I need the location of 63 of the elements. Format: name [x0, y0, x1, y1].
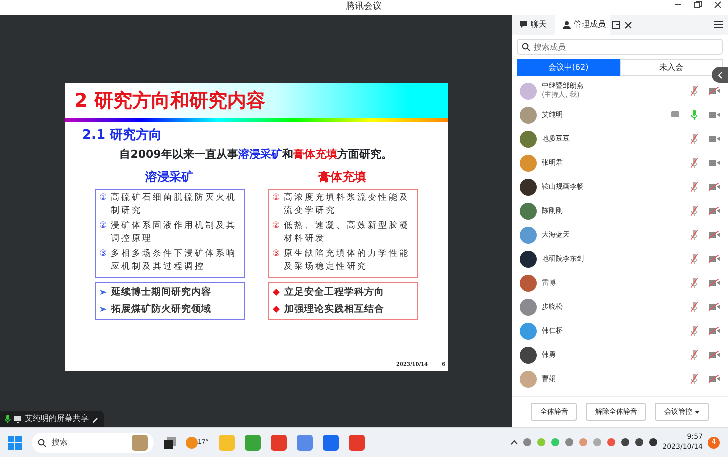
item-text: 高浓度充填料浆流变性能及流变学研究 — [284, 192, 412, 218]
avatar — [520, 130, 537, 148]
screen-icon — [14, 416, 22, 422]
arrow-bullet-icon — [100, 306, 106, 313]
item-text: 多相多场条件下浸矿体系响应机制及其过程调控 — [111, 248, 238, 274]
menu-icon[interactable] — [714, 21, 723, 29]
avatar — [520, 202, 537, 220]
avatar — [520, 226, 537, 244]
close-icon[interactable] — [714, 1, 722, 9]
pencil-icon[interactable] — [92, 416, 99, 422]
segment-tab[interactable]: 未入会 — [620, 59, 723, 76]
avatar — [520, 298, 537, 316]
item-text: 低热、速凝、高效新型胶凝材料研发 — [284, 220, 412, 246]
windows-start-icon[interactable] — [8, 436, 22, 450]
search-field[interactable]: 搜索成员 — [517, 39, 723, 55]
item-text: 浸矿体系固液作用机制及其调控原理 — [111, 220, 238, 246]
avatar — [520, 322, 537, 340]
popout-icon[interactable] — [612, 21, 620, 29]
avatar — [520, 154, 537, 172]
window-title: 腾讯会议 — [346, 0, 382, 14]
item-number: ② — [272, 220, 282, 233]
item-number: ① — [100, 192, 109, 204]
column-heading: 膏体充填 — [318, 168, 366, 186]
item-text: 高硫矿石细菌脱硫防灭火机制研究 — [111, 192, 238, 218]
search-icon — [522, 43, 530, 51]
task-view-icon[interactable] — [164, 436, 176, 448]
restore-icon[interactable] — [694, 1, 702, 9]
item-number: ② — [100, 220, 109, 233]
chat-icon — [520, 21, 528, 29]
search-icon — [38, 438, 46, 446]
avatar — [520, 250, 537, 268]
bullet-text: 加强理论实践相互结合 — [284, 302, 384, 317]
share-text: 艾纯明的屏幕共享 — [25, 413, 89, 425]
taskbar-search-field[interactable]: 搜索 — [32, 432, 154, 452]
chevron-left-icon — [718, 72, 722, 78]
diamond-bullet-icon — [272, 306, 280, 313]
collapse-handle[interactable] — [712, 67, 728, 83]
slide-sentence: 自2009年以来一直从事溶浸采矿和膏体充填方面研究。 — [118, 147, 394, 163]
segment-tab[interactable]: 会议中(62) — [517, 59, 620, 76]
avatar — [520, 274, 537, 292]
close-icon[interactable] — [625, 22, 632, 28]
avatar — [520, 178, 537, 196]
item-number: ③ — [272, 248, 282, 262]
sun-weather-icon[interactable] — [186, 436, 198, 448]
panel-tab[interactable]: 管理成员 — [555, 15, 610, 35]
arrow-bullet-icon — [100, 288, 106, 296]
panel-tab[interactable]: 聊天 — [512, 15, 555, 35]
person-icon — [563, 21, 571, 29]
avatar — [520, 82, 537, 100]
column-heading: 溶浸采矿 — [146, 168, 194, 186]
bullet-text: 延续博士期间研究内容 — [112, 286, 212, 300]
search-highlight-picture — [132, 434, 148, 450]
avatar — [520, 370, 537, 388]
bullet-text: 拓展煤矿防火研究领域 — [112, 302, 212, 317]
avatar — [520, 346, 537, 364]
avatar — [520, 106, 537, 124]
item-number: ③ — [100, 248, 109, 262]
slide-subtitle: 2.1 研究方向 — [82, 126, 164, 144]
diamond-bullet-icon — [272, 288, 280, 296]
bullet-text: 立足安全工程学科方向 — [284, 286, 384, 300]
item-text: 原生缺陷充填体的力学性能及采场稳定性研究 — [284, 248, 412, 274]
chevron-up-icon[interactable] — [510, 440, 518, 445]
item-number: ① — [272, 192, 282, 204]
